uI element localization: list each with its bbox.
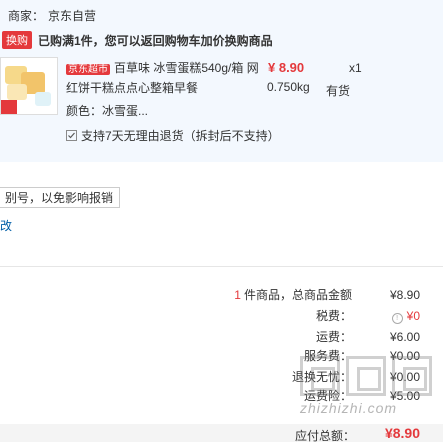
total-amount: ¥8.90 xyxy=(384,425,420,441)
color-row: 颜色：冰雪蛋... xyxy=(66,102,148,119)
product-quantity: x1 xyxy=(349,61,362,75)
merchant-label: 商家： xyxy=(8,9,45,23)
invoice-note-box: 别号，以免影响报销 xyxy=(0,187,121,208)
cake-shape xyxy=(35,92,51,106)
tax-amount: ! ¥0 xyxy=(360,308,420,324)
shipping-row: 运费： ¥6.00 xyxy=(316,329,420,345)
service-fee-amount: ¥0.00 xyxy=(389,349,420,363)
product-price: ¥ 8.90 xyxy=(268,60,305,75)
items-count: 1 xyxy=(234,288,241,302)
divider xyxy=(0,266,443,267)
invoice-note-text: 别号，以免影响报销 xyxy=(5,191,114,205)
items-total-label: 1 件商品，总商品金额 xyxy=(234,288,352,302)
items-total-amount: ¥8.90 xyxy=(389,288,420,302)
promo-text: 已购满1件，您可以返回购物车加价换购商品 xyxy=(38,33,273,48)
shipping-amount: ¥6.00 xyxy=(389,330,420,344)
jd-supermarket-badge: 京东超市 xyxy=(66,64,110,75)
exchange-badge: 换购 xyxy=(2,31,32,49)
items-total-row: 1 件商品，总商品金额 ¥8.90 xyxy=(234,287,420,303)
shipping-label: 运费： xyxy=(315,330,352,344)
return-shipping-label: 运费险： xyxy=(303,389,352,403)
check-icon xyxy=(66,130,77,141)
merchant-row: 商家： 京东自营 xyxy=(8,7,96,24)
return-service-amount: ¥0.00 xyxy=(389,370,420,384)
product-title[interactable]: 京东超市 百草味 冰雪蛋糕540g/箱 网红饼干糕点点心整箱早餐 xyxy=(66,59,261,97)
total-label: 应付总额： xyxy=(294,429,355,443)
price-tag-shape xyxy=(1,100,17,114)
stock-status: 有货 xyxy=(326,84,351,98)
tax-row: 税费： ! ¥0 xyxy=(316,308,420,324)
service-fee-label: 服务费： xyxy=(303,349,352,363)
product-weight: 0.750kg xyxy=(267,80,310,94)
color-label: 颜色： xyxy=(66,104,103,118)
return-service-row: 退换无忧： ¥0.00 xyxy=(292,369,420,385)
return-service-label: 退换无忧： xyxy=(291,370,352,384)
cake-shape xyxy=(7,84,27,100)
merchant-name[interactable]: 京东自营 xyxy=(48,9,96,23)
service-fee-row: 服务费： ¥0.00 xyxy=(304,348,420,364)
return-policy-row: 支持7天无理由退货（拆封后不支持） xyxy=(66,127,280,144)
total-row: 应付总额： ¥8.90 xyxy=(0,424,443,443)
product-thumbnail[interactable] xyxy=(0,57,58,115)
tax-label: 税费： xyxy=(315,309,352,323)
return-policy-text: 支持7天无理由退货（拆封后不支持） xyxy=(81,129,280,143)
return-shipping-row: 运费险： ¥5.00 xyxy=(304,388,420,404)
promo-row: 换购 已购满1件，您可以返回购物车加价换购商品 xyxy=(0,31,273,49)
return-shipping-amount: ¥5.00 xyxy=(389,389,420,403)
order-item-panel: 商家： 京东自营 换购 已购满1件，您可以返回购物车加价换购商品 京东超市 百草味 … xyxy=(0,0,443,162)
info-icon[interactable]: ! xyxy=(391,313,403,324)
color-value: 冰雪蛋... xyxy=(102,104,149,118)
invoice-edit-link[interactable]: 改 xyxy=(0,217,12,234)
